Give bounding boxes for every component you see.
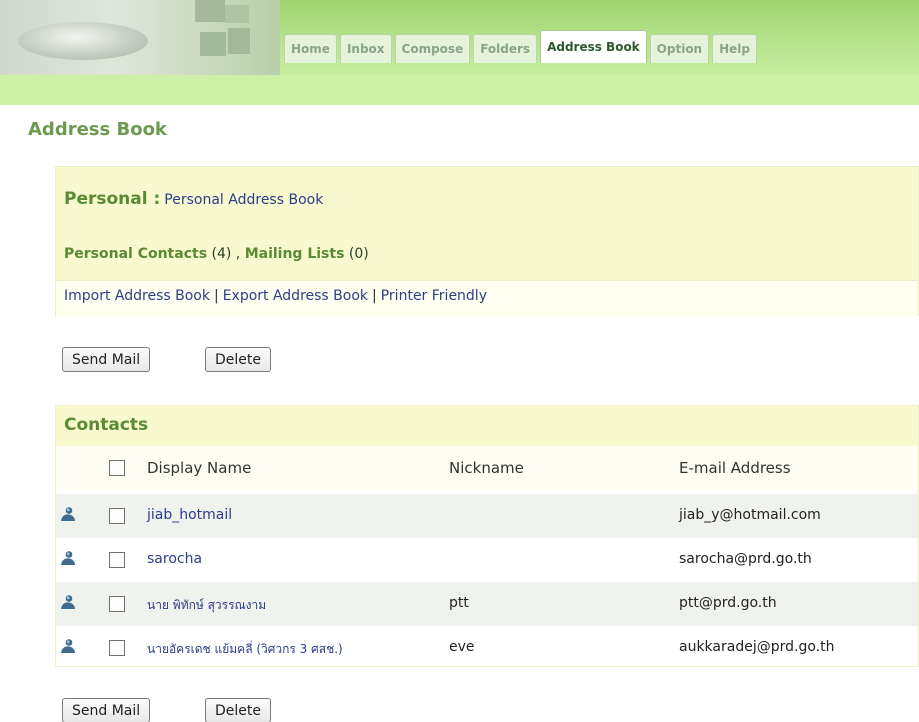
import-address-book-link[interactable]: Import Address Book (64, 288, 210, 304)
contact-display-name[interactable]: นาย พิทักษ์ สุวรรณงาม (147, 596, 266, 615)
logo-tile (200, 32, 226, 56)
contact-display-name[interactable]: นายอัครเดช แย้มคลี่ (วิศวกร 3 ศสช.) (147, 640, 343, 659)
personal-panel: Personal : Personal Address Book Personal… (55, 166, 919, 317)
contacts-panel: Contacts Display Name Nickname E-mail Ad… (55, 405, 919, 667)
contact-checkbox[interactable] (109, 552, 125, 568)
contact-email: sarocha@prd.go.th (679, 551, 812, 567)
contact-nickname: ptt (449, 595, 469, 611)
tab-help[interactable]: Help (712, 34, 757, 63)
personal-contacts-count: (4) (211, 246, 232, 262)
personal-header-bg (56, 167, 918, 280)
contact-display-name[interactable]: jiab_hotmail (147, 507, 232, 523)
contact-row: นายอัครเดช แย้มคลี่ (วิศวกร 3 ศสช.) eve … (56, 626, 918, 670)
link-separator: | (213, 288, 219, 304)
tab-home[interactable]: Home (284, 34, 337, 63)
tab-inbox[interactable]: Inbox (339, 34, 392, 63)
contact-display-name[interactable]: sarocha (147, 551, 202, 567)
tab-folders[interactable]: Folders (473, 34, 538, 63)
person-icon (61, 507, 75, 521)
delete-button[interactable]: Delete (205, 347, 271, 372)
tab-address-book[interactable]: Address Book (540, 30, 647, 63)
send-mail-button-bottom[interactable]: Send Mail (62, 698, 151, 722)
address-book-counts: Personal Contacts (4) , Mailing Lists (0… (64, 246, 369, 262)
tab-compose[interactable]: Compose (394, 34, 471, 63)
main-tabs: Home Inbox Compose Folders Address Book … (284, 30, 760, 63)
person-icon (61, 551, 75, 565)
contacts-header-row: Display Name Nickname E-mail Address (56, 446, 918, 490)
tab-option[interactable]: Option (649, 34, 710, 63)
logo-disc (18, 22, 148, 60)
contact-row: jiab_hotmail jiab_y@hotmail.com (56, 494, 918, 538)
select-all-checkbox[interactable] (109, 460, 125, 476)
personal-subheading: Personal Address Book (164, 192, 324, 208)
person-icon (61, 595, 75, 609)
logo (0, 0, 280, 75)
contact-email: aukkaradej@prd.go.th (679, 639, 835, 655)
column-email[interactable]: E-mail Address (679, 459, 791, 477)
contact-nickname: eve (449, 639, 475, 655)
personal-heading-label: Personal : (64, 189, 161, 209)
counts-separator: , (231, 246, 245, 262)
person-icon (61, 639, 75, 653)
contact-checkbox[interactable] (109, 508, 125, 524)
send-mail-button[interactable]: Send Mail (62, 347, 151, 372)
contacts-title: Contacts (64, 415, 149, 435)
contact-checkbox[interactable] (109, 596, 125, 612)
address-book-actions: Import Address Book | Export Address Book |… (64, 288, 487, 304)
contact-row: นาย พิทักษ์ สุวรรณงาม ptt ptt@prd.go.th (56, 582, 918, 626)
link-separator: | (372, 288, 377, 304)
printer-friendly-link[interactable]: Printer Friendly (381, 288, 487, 304)
contact-checkbox[interactable] (109, 640, 125, 656)
logo-tile (228, 28, 250, 54)
logo-tile (195, 0, 225, 22)
contact-email: ptt@prd.go.th (679, 595, 777, 611)
personal-contacts-link[interactable]: Personal Contacts (64, 246, 207, 262)
contact-email: jiab_y@hotmail.com (679, 507, 821, 523)
column-display-name[interactable]: Display Name (147, 459, 251, 477)
delete-button-bottom[interactable]: Delete (205, 698, 271, 722)
personal-heading: Personal : Personal Address Book (64, 189, 323, 209)
mailing-lists-link[interactable]: Mailing Lists (245, 246, 345, 262)
app-header: Home Inbox Compose Folders Address Book … (0, 0, 919, 105)
contact-row: sarocha sarocha@prd.go.th (56, 538, 918, 582)
logo-tile (225, 5, 249, 23)
page-title: Address Book (28, 119, 167, 140)
mailing-lists-count: (0) (348, 246, 369, 262)
export-address-book-link[interactable]: Export Address Book (223, 288, 368, 304)
contacts-title-bar: Contacts (56, 406, 918, 446)
column-nickname[interactable]: Nickname (449, 459, 524, 477)
